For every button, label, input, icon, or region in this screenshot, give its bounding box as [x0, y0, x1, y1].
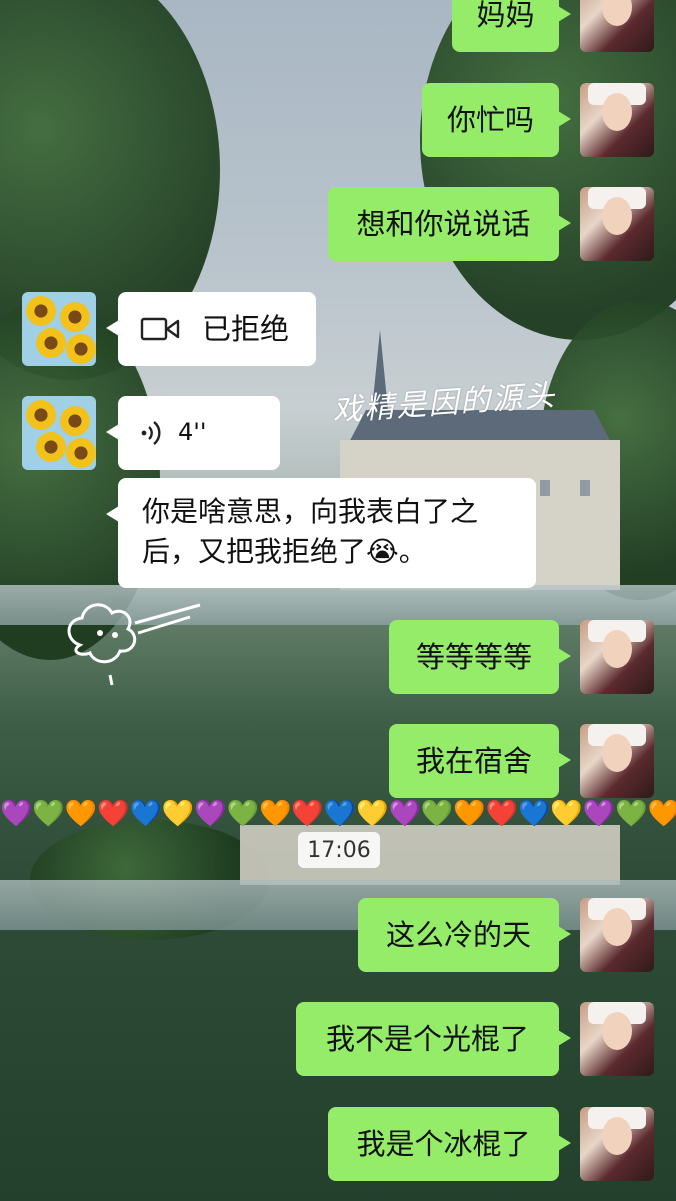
self-avatar[interactable]: [580, 1002, 654, 1076]
purple-heart-icon: 💜: [388, 799, 421, 829]
yellow-heart-icon: 💛: [161, 799, 195, 829]
purple-heart-icon: 💜: [0, 799, 33, 829]
self-avatar[interactable]: [580, 724, 654, 798]
yellow-heart-icon: 💛: [356, 799, 389, 829]
message-bubble-outgoing[interactable]: 等等等等: [389, 620, 571, 694]
voice-wave-icon: [141, 421, 161, 445]
yellow-heart-icon: 💛: [550, 799, 583, 829]
green-heart-icon: 💚: [615, 799, 648, 829]
blue-heart-icon: 💙: [129, 799, 162, 829]
message-text: 这么冷的天: [385, 917, 531, 952]
message-bubble-outgoing[interactable]: 妈妈: [452, 0, 571, 52]
message-text: 我在宿舍: [415, 743, 532, 778]
call-status-text: 已拒绝: [202, 311, 290, 346]
message-bubble-outgoing[interactable]: 这么冷的天: [358, 898, 571, 972]
green-heart-icon: 💚: [226, 799, 259, 829]
orange-heart-icon: 🧡: [453, 799, 486, 829]
message-text: 我是个冰棍了: [356, 1126, 531, 1161]
orange-heart-icon: 🧡: [647, 799, 676, 829]
blue-heart-icon: 💙: [518, 799, 551, 829]
message-timestamp: 17:06: [298, 832, 380, 868]
message-bubble-incoming[interactable]: 你是啥意思，向我表白了之 后，又把我拒绝了😭。: [106, 478, 536, 588]
message-text: 想和你说说话: [356, 206, 531, 241]
red-heart-icon: ❤️: [291, 799, 324, 829]
message-bubble-outgoing[interactable]: 我不是个光棍了: [296, 1002, 571, 1076]
self-avatar[interactable]: [580, 187, 654, 261]
message-bubble-outgoing[interactable]: 想和你说说话: [328, 187, 571, 261]
hearts-divider: 💜 💚 🧡 ❤️ 💙 💛 💜 💚 🧡 ❤️ 💙 💛 💜 💚 🧡 ❤️ 💙 💛 💜…: [0, 797, 676, 831]
self-avatar[interactable]: [580, 83, 654, 157]
voice-duration: 4'': [178, 418, 207, 447]
self-avatar[interactable]: [580, 0, 654, 52]
red-heart-icon: ❤️: [485, 799, 518, 829]
message-text: 等等等等: [415, 639, 532, 674]
video-call-bubble[interactable]: 已拒绝: [106, 292, 316, 366]
message-text-line: 你是啥意思，向我表白了之: [142, 495, 479, 528]
green-heart-icon: 💚: [420, 799, 454, 829]
red-heart-icon: ❤️: [97, 799, 130, 829]
orange-heart-icon: 🧡: [64, 799, 98, 829]
video-camera-icon: [140, 317, 180, 341]
self-avatar[interactable]: [580, 620, 654, 694]
voice-message-bubble[interactable]: 4'': [106, 396, 280, 470]
message-text: 你忙吗: [446, 102, 534, 137]
cloud-doodle-icon: [67, 603, 201, 686]
contact-avatar[interactable]: [22, 396, 96, 470]
purple-heart-icon: 💜: [582, 799, 616, 829]
message-text-line: 后，又把我拒绝了😭。: [142, 535, 427, 568]
background-castle-reflection: [240, 825, 620, 885]
green-heart-icon: 💚: [32, 799, 65, 829]
self-avatar[interactable]: [580, 898, 654, 972]
blue-heart-icon: 💙: [323, 799, 357, 829]
message-bubble-outgoing[interactable]: 你忙吗: [422, 83, 571, 157]
background-lake: [0, 880, 676, 930]
self-avatar[interactable]: [580, 1107, 654, 1181]
purple-heart-icon: 💜: [194, 799, 227, 829]
message-text: 我不是个光棍了: [325, 1021, 529, 1056]
contact-avatar[interactable]: [22, 292, 96, 366]
message-text: 妈妈: [476, 0, 535, 32]
message-bubble-outgoing[interactable]: 我在宿舍: [389, 724, 571, 798]
orange-heart-icon: 🧡: [259, 799, 292, 829]
message-bubble-outgoing[interactable]: 我是个冰棍了: [328, 1107, 571, 1181]
